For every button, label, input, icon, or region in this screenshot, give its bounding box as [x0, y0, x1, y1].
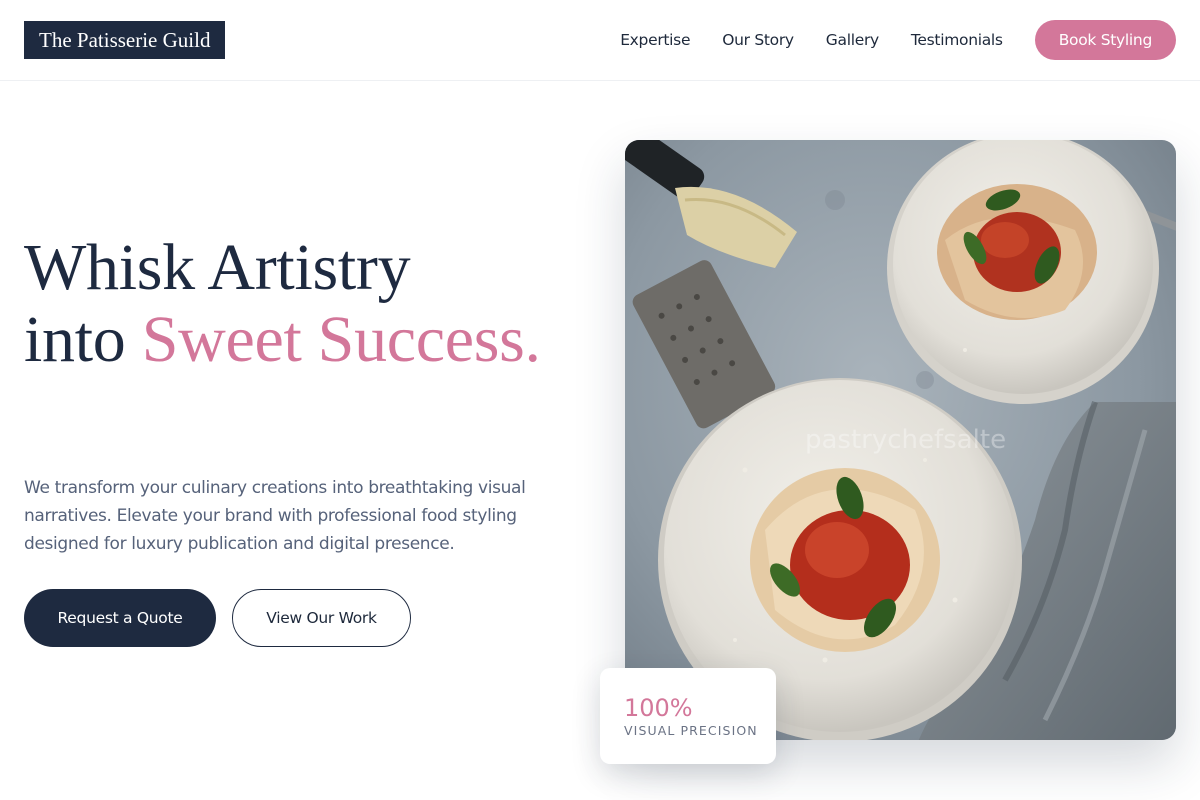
main-nav: Expertise Our Story Gallery Testimonials…	[620, 0, 1176, 80]
nav-link-gallery[interactable]: Gallery	[826, 31, 879, 49]
headline-accent: Sweet Success.	[141, 303, 541, 376]
book-styling-button[interactable]: Book Styling	[1034, 20, 1176, 60]
hero-headline: Whisk Artistry into Sweet Success.	[24, 232, 584, 376]
hero-food-photo: pastrychefsalte	[625, 140, 1176, 740]
request-quote-button[interactable]: Request a Quote	[24, 589, 216, 647]
view-our-work-button[interactable]: View Our Work	[232, 589, 411, 647]
hero-description: We transform your culinary creations int…	[24, 478, 526, 554]
headline-line-1: Whisk Artistry	[24, 231, 411, 304]
visual-precision-card: 100% VISUAL PRECISION	[600, 668, 776, 764]
nav-link-testimonials[interactable]: Testimonials	[911, 31, 1003, 49]
stat-value: 100%	[624, 694, 693, 722]
stat-label: VISUAL PRECISION	[624, 723, 758, 738]
nav-link-expertise[interactable]: Expertise	[620, 31, 690, 49]
headline-line-2: into	[24, 303, 142, 376]
nav-link-our-story[interactable]: Our Story	[722, 31, 794, 49]
image-watermark: pastrychefsalte	[805, 425, 1007, 455]
brand-logo[interactable]: The Patisserie Guild	[24, 21, 226, 59]
site-header: The Patisserie Guild Expertise Our Story…	[0, 0, 1200, 81]
